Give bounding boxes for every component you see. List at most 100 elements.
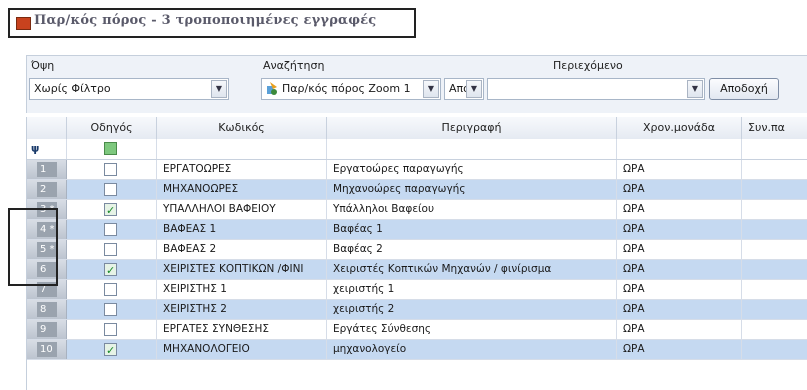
table-row[interactable]: 1 ΕΡΓΑΤΟΩΡΕΣ Εργατοώρες παραγωγής ΩΡΑ <box>27 160 807 180</box>
cell-driver[interactable] <box>67 220 157 239</box>
chevron-down-icon[interactable]: ▼ <box>211 80 227 98</box>
driver-checkbox[interactable] <box>104 283 117 296</box>
driver-checkbox[interactable] <box>104 303 117 316</box>
driver-checkbox[interactable] <box>104 183 117 196</box>
chevron-down-icon[interactable]: ▼ <box>423 80 439 98</box>
row-header[interactable]: 2 <box>27 180 67 199</box>
cell-code[interactable]: ΥΠΑΛΛΗΛΟΙ ΒΑΦΕΙΟΥ <box>157 200 327 219</box>
row-header[interactable]: 9 <box>27 320 67 339</box>
driver-checkbox[interactable] <box>104 163 117 176</box>
filter-cell-time-unit[interactable] <box>617 139 742 159</box>
table-row[interactable]: 3 *ΥΠΑΛΛΗΛΟΙ ΒΑΦΕΙΟΥΥπάλληλοι ΒαφείουΩΡΑ <box>27 200 807 220</box>
table-row[interactable]: 7 ΧΕΙΡΙΣΤΗΣ 1 χειριστής 1 ΩΡΑ <box>27 280 807 300</box>
cell-description[interactable]: μηχανολογείο <box>327 340 617 359</box>
cell-time-unit[interactable]: ΩΡΑ <box>617 200 742 219</box>
cell-driver[interactable] <box>67 200 157 219</box>
driver-checkbox[interactable] <box>104 201 117 219</box>
funnel-icon[interactable]: ψ <box>27 139 67 159</box>
content-combo[interactable]: ▼ <box>487 78 705 100</box>
cell-description[interactable]: Βαφέας 1 <box>327 220 617 239</box>
cell-coefficient[interactable] <box>742 240 807 259</box>
view-combo[interactable]: Χωρίς Φίλτρο ▼ <box>29 78 229 100</box>
zoom-icon <box>267 82 277 95</box>
filter-cell-coefficient[interactable] <box>742 139 807 159</box>
cell-description[interactable]: Βαφέας 2 <box>327 240 617 259</box>
cell-coefficient[interactable] <box>742 260 807 279</box>
cell-coefficient[interactable] <box>742 340 807 359</box>
driver-checkbox[interactable] <box>104 341 117 359</box>
column-header-driver[interactable]: Οδηγός <box>67 117 157 139</box>
cell-time-unit[interactable]: ΩΡΑ <box>617 260 742 279</box>
cell-driver[interactable] <box>67 160 157 179</box>
driver-checkbox[interactable] <box>104 243 117 256</box>
cell-description[interactable]: Εργατοώρες παραγωγής <box>327 160 617 179</box>
table-row[interactable]: 2 ΜΗΧΑΝΟΩΡΕΣ Μηχανοώρες παραγωγής ΩΡΑ <box>27 180 807 200</box>
cell-time-unit[interactable]: ΩΡΑ <box>617 300 742 319</box>
column-header-time-unit[interactable]: Χρον.μονάδα <box>617 117 742 139</box>
cell-code[interactable]: ΕΡΓΑΤΕΣ ΣΥΝΘΕΣΗΣ <box>157 320 327 339</box>
cell-description[interactable]: Μηχανοώρες παραγωγής <box>327 180 617 199</box>
row-header[interactable]: 8 <box>27 300 67 319</box>
cell-code[interactable]: ΧΕΙΡΙΣΤΗΣ 1 <box>157 280 327 299</box>
cell-code[interactable]: ΜΗΧΑΝΟΛΟΓΕΙΟ <box>157 340 327 359</box>
cell-time-unit[interactable]: ΩΡΑ <box>617 240 742 259</box>
cell-time-unit[interactable]: ΩΡΑ <box>617 340 742 359</box>
cell-code[interactable]: ΧΕΙΡΙΣΤΗΣ 2 <box>157 300 327 319</box>
chevron-down-icon[interactable]: ▼ <box>466 80 482 98</box>
search-mode-combo[interactable]: Από ▼ <box>444 78 484 100</box>
filter-cell-code[interactable] <box>157 139 327 159</box>
cell-time-unit[interactable]: ΩΡΑ <box>617 160 742 179</box>
cell-driver[interactable] <box>67 180 157 199</box>
cell-description[interactable]: Υπάλληλοι Βαφείου <box>327 200 617 219</box>
cell-coefficient[interactable] <box>742 220 807 239</box>
row-number: 8 <box>37 302 57 317</box>
filter-cell-driver[interactable] <box>67 139 157 159</box>
table-row[interactable]: 9 ΕΡΓΑΤΕΣ ΣΥΝΘΕΣΗΣ Εργάτες Σύνθεσης ΩΡΑ <box>27 320 807 340</box>
cell-description[interactable]: Χειριστές Κοπτικών Μηχανών / φινίρισμα <box>327 260 617 279</box>
cell-driver[interactable] <box>67 260 157 279</box>
filter-cell-description[interactable] <box>327 139 617 159</box>
search-field-combo[interactable]: Παρ/κός πόρος Zoom 1 ▼ <box>261 78 441 100</box>
driver-checkbox[interactable] <box>104 261 117 279</box>
cell-driver[interactable] <box>67 240 157 259</box>
driver-checkbox[interactable] <box>104 323 117 336</box>
filter-checkbox[interactable] <box>104 142 117 155</box>
row-header[interactable]: 1 <box>27 160 67 179</box>
column-header-code[interactable]: Κωδικός <box>157 117 327 139</box>
search-field-value: Παρ/κός πόρος Zoom 1 <box>282 82 411 95</box>
cell-coefficient[interactable] <box>742 280 807 299</box>
cell-driver[interactable] <box>67 320 157 339</box>
table-row[interactable]: 8 ΧΕΙΡΙΣΤΗΣ 2 χειριστής 2 ΩΡΑ <box>27 300 807 320</box>
cell-description[interactable]: χειριστής 2 <box>327 300 617 319</box>
table-row[interactable]: 5 * ΒΑΦΕΑΣ 2 Βαφέας 2 ΩΡΑ <box>27 240 807 260</box>
cell-code[interactable]: ΒΑΦΕΑΣ 1 <box>157 220 327 239</box>
table-row[interactable]: 10 ΜΗΧΑΝΟΛΟΓΕΙΟμηχανολογείοΩΡΑ <box>27 340 807 360</box>
table-row[interactable]: 6ΧΕΙΡΙΣΤΕΣ ΚΟΠΤΙΚΩΝ /ΦΙΝΙΧειριστές Κοπτι… <box>27 260 807 280</box>
content-label: Περιεχόμενο <box>553 59 623 72</box>
cell-description[interactable]: Εργάτες Σύνθεσης <box>327 320 617 339</box>
cell-driver[interactable] <box>67 280 157 299</box>
row-header[interactable]: 10 <box>27 340 67 359</box>
accept-button[interactable]: Αποδοχή <box>709 78 779 100</box>
cell-time-unit[interactable]: ΩΡΑ <box>617 180 742 199</box>
cell-coefficient[interactable] <box>742 180 807 199</box>
cell-coefficient[interactable] <box>742 320 807 339</box>
driver-checkbox[interactable] <box>104 223 117 236</box>
cell-time-unit[interactable]: ΩΡΑ <box>617 220 742 239</box>
cell-coefficient[interactable] <box>742 160 807 179</box>
column-header-description[interactable]: Περιγραφή <box>327 117 617 139</box>
cell-driver[interactable] <box>67 300 157 319</box>
cell-code[interactable]: ΕΡΓΑΤΟΩΡΕΣ <box>157 160 327 179</box>
cell-coefficient[interactable] <box>742 200 807 219</box>
cell-description[interactable]: χειριστής 1 <box>327 280 617 299</box>
column-header-coefficient[interactable]: Συν.πα <box>742 117 807 139</box>
cell-time-unit[interactable]: ΩΡΑ <box>617 320 742 339</box>
cell-coefficient[interactable] <box>742 300 807 319</box>
chevron-down-icon[interactable]: ▼ <box>687 80 703 98</box>
cell-time-unit[interactable]: ΩΡΑ <box>617 280 742 299</box>
cell-code[interactable]: ΒΑΦΕΑΣ 2 <box>157 240 327 259</box>
cell-code[interactable]: ΜΗΧΑΝΟΩΡΕΣ <box>157 180 327 199</box>
table-row[interactable]: 4 * ΒΑΦΕΑΣ 1 Βαφέας 1 ΩΡΑ <box>27 220 807 240</box>
cell-code[interactable]: ΧΕΙΡΙΣΤΕΣ ΚΟΠΤΙΚΩΝ /ΦΙΝΙ <box>157 260 327 279</box>
cell-driver[interactable] <box>67 340 157 359</box>
